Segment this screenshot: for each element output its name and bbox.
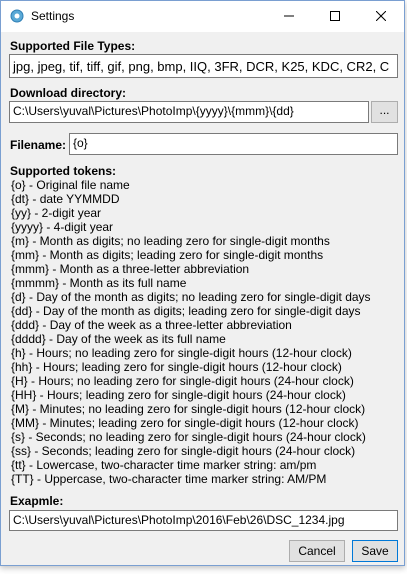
token-line: {d} - Day of the month as digits; no lea… — [11, 290, 371, 304]
example-output[interactable]: C:\Users\yuval\Pictures\PhotoImp\2016\Fe… — [9, 510, 398, 531]
browse-button[interactable]: ... — [371, 101, 398, 123]
token-line: {mmm} - Month as a three-letter abbrevia… — [11, 262, 250, 276]
minimize-button[interactable] — [266, 1, 312, 32]
token-line: {hh} - Hours; leading zero for single-di… — [11, 360, 342, 374]
token-line: {ddd} - Day of the week as a three-lette… — [11, 318, 292, 332]
save-button[interactable]: Save — [352, 540, 398, 562]
title-bar[interactable]: Settings — [1, 1, 404, 32]
filename-input[interactable]: {o} — [69, 133, 398, 155]
window-title: Settings — [31, 9, 75, 23]
token-line: {o} - Original file name — [11, 178, 130, 192]
settings-window: Settings Supported File Types: jpg, jpeg… — [0, 0, 405, 566]
file-types-input[interactable]: jpg, jpeg, tif, tiff, gif, png, bmp, IIQ… — [9, 54, 398, 78]
download-directory-label: Download directory: — [10, 86, 127, 100]
token-line: {MM} - Minutes; leading zero for single-… — [11, 416, 359, 430]
download-directory-input[interactable]: C:\Users\yuval\Pictures\PhotoImp\{yyyy}\… — [9, 101, 369, 123]
token-line: {s} - Seconds; no leading zero for singl… — [11, 430, 366, 444]
file-types-label: Supported File Types: — [10, 39, 136, 53]
supported-tokens-title: Supported tokens: — [10, 164, 117, 178]
close-icon — [375, 10, 387, 24]
settings-content: Supported File Types: jpg, jpeg, tif, ti… — [1, 32, 404, 565]
token-line: {tt} - Lowercase, two-character time mar… — [11, 458, 317, 472]
token-line: {yy} - 2-digit year — [11, 206, 102, 220]
token-line: {mmmm} - Month as its full name — [11, 276, 187, 290]
close-button[interactable] — [358, 1, 404, 32]
token-line: {HH} - Hours; leading zero for single-di… — [11, 388, 346, 402]
cancel-button[interactable]: Cancel — [289, 540, 345, 562]
token-line: {ss} - Seconds; leading zero for single-… — [11, 444, 356, 458]
maximize-button[interactable] — [312, 1, 358, 32]
maximize-icon — [330, 10, 340, 24]
token-line: {dd} - Day of the month as digits; leadi… — [11, 304, 361, 318]
token-line: {dt} - date YYMMDD — [11, 192, 120, 206]
example-label: Exapmle: — [10, 494, 64, 508]
token-line: {dddd} - Day of the week as its full nam… — [11, 332, 226, 346]
token-line: {mm} - Month as digits; leading zero for… — [11, 248, 324, 262]
token-line: {m} - Month as digits; no leading zero f… — [11, 234, 330, 248]
settings-gear-icon — [10, 9, 24, 23]
minimize-icon — [284, 10, 294, 24]
token-line: {M} - Minutes; no leading zero for singl… — [11, 402, 366, 416]
filename-label: Filename: — [10, 138, 67, 152]
token-line: {H} - Hours; no leading zero for single-… — [11, 374, 354, 388]
token-line: {h} - Hours; no leading zero for single-… — [11, 346, 352, 360]
token-line: {yyyy} - 4-digit year — [11, 220, 114, 234]
token-line: {TT} - Uppercase, two-character time mar… — [11, 472, 327, 486]
